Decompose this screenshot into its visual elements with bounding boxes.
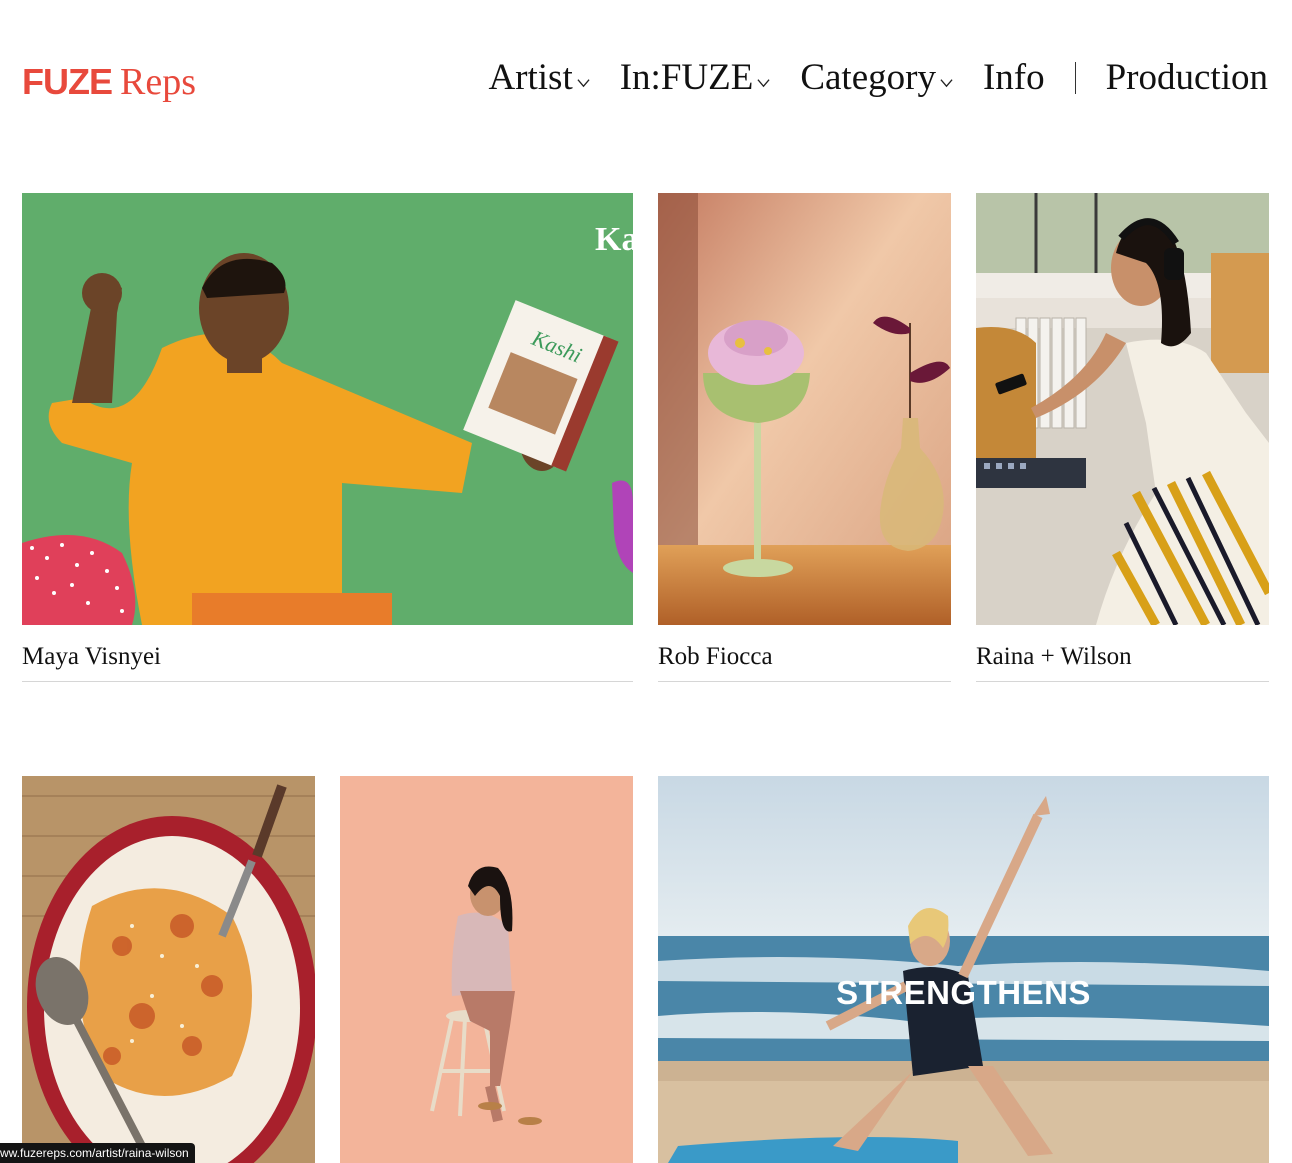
man-dancing-with-cereal-box-image: Kashi Ka bbox=[22, 193, 633, 625]
pappardelle-pasta-platter-image bbox=[22, 776, 315, 1163]
nav-artist[interactable]: Artist bbox=[488, 56, 590, 99]
nav-production-label: Production bbox=[1105, 57, 1268, 98]
nav-category-label: Category bbox=[800, 57, 936, 98]
logo-mark: FUZE bbox=[22, 61, 113, 102]
status-bar-url: ww.fuzereps.com/artist/raina-wilson bbox=[0, 1143, 195, 1163]
nav-production[interactable]: Production bbox=[1106, 56, 1268, 99]
ad-headline-text: Ka bbox=[595, 221, 633, 258]
nav-infuze[interactable]: In:FUZE bbox=[620, 56, 771, 99]
artist-tile-rob-fiocca[interactable] bbox=[658, 193, 951, 625]
artist-name-caption[interactable]: Raina + Wilson bbox=[976, 643, 1269, 682]
woman-on-stool-peach-background-image bbox=[340, 776, 633, 1163]
video-caption-overlay: STRENGTHENS bbox=[836, 974, 1091, 1011]
fuze-reps-logo[interactable]: FUZE Reps bbox=[22, 60, 196, 104]
chevron-down-icon bbox=[577, 79, 590, 88]
artist-tile-raina-wilson[interactable] bbox=[976, 193, 1269, 625]
cocktail-glass-with-flowers-image bbox=[658, 193, 951, 625]
woman-with-headphones-at-synth-image bbox=[976, 193, 1269, 625]
artist-tile-food-pasta[interactable] bbox=[22, 776, 315, 1163]
main-nav: Artist In:FUZE Category Info Production bbox=[488, 56, 1268, 99]
artist-name-caption[interactable]: Maya Visnyei bbox=[22, 643, 633, 682]
yoga-on-beach-video-image bbox=[658, 776, 1269, 1163]
chevron-down-icon bbox=[757, 79, 770, 88]
nav-divider bbox=[1074, 61, 1076, 94]
artist-tile-portrait-stool[interactable] bbox=[340, 776, 633, 1163]
nav-infuze-label: In:FUZE bbox=[619, 57, 754, 98]
nav-artist-label: Artist bbox=[488, 57, 573, 98]
artist-name-caption[interactable]: Rob Fiocca bbox=[658, 643, 951, 682]
nav-info-label: Info bbox=[982, 57, 1045, 98]
artist-tile-yoga-beach[interactable]: STRENGTHENS bbox=[658, 776, 1269, 1163]
nav-info[interactable]: Info bbox=[983, 56, 1045, 99]
logo-word: Reps bbox=[120, 61, 196, 103]
nav-category[interactable]: Category bbox=[800, 56, 953, 99]
chevron-down-icon bbox=[940, 79, 953, 88]
artist-tile-maya-visnyei[interactable]: Kashi Ka bbox=[22, 193, 633, 625]
